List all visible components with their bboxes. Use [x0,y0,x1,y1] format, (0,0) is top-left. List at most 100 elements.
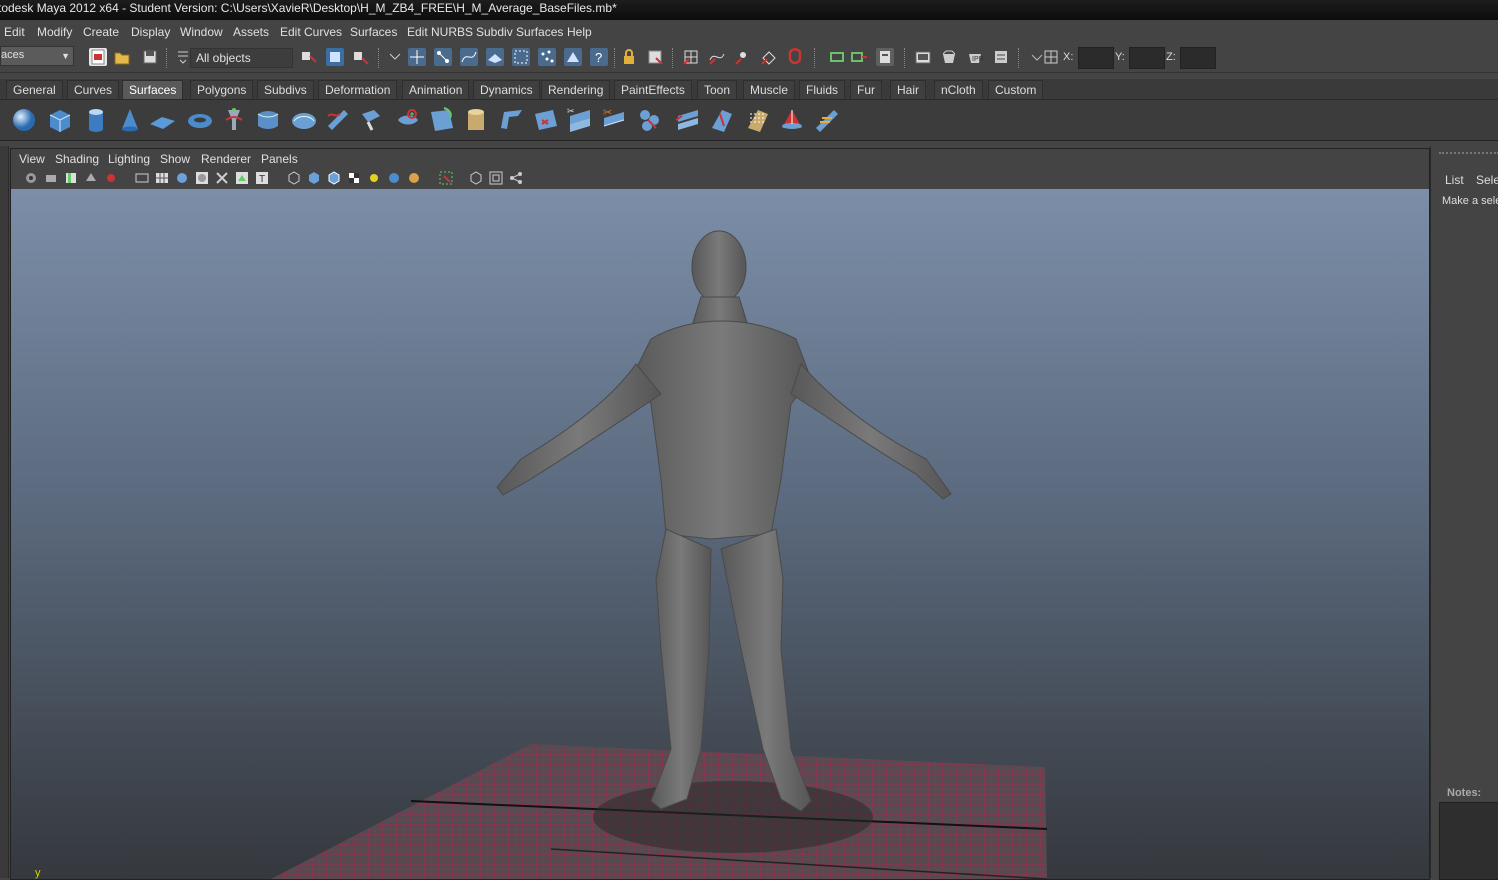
select-camera-icon[interactable] [24,171,38,185]
bookmarks-icon[interactable] [64,171,78,185]
select-by-joints-icon[interactable] [434,48,452,66]
menu-assets[interactable]: Assets [233,25,269,39]
select-hierarchy-icon[interactable] [300,48,318,66]
isolate-select-icon[interactable] [439,171,453,185]
untrim-icon[interactable] [636,106,664,134]
birail-icon[interactable] [358,106,386,134]
intersect-icon[interactable]: ✂ [566,106,594,134]
shelf-tab-painteffects[interactable]: PaintEffects [614,80,692,99]
select-by-rendering-icon[interactable] [564,48,582,66]
snap-to-grids-icon[interactable] [682,48,700,66]
select-by-surfaces-icon[interactable] [486,48,504,66]
viewport-menu-lighting[interactable]: Lighting [108,152,150,166]
open-scene-icon[interactable] [113,48,131,66]
text-display-icon[interactable]: T [255,171,269,185]
y-field[interactable] [1129,47,1165,69]
viewport-scene[interactable]: y [11,189,1429,879]
single-view-icon[interactable] [469,171,483,185]
lock-selection-icon[interactable] [620,48,638,66]
checker-texture-icon[interactable] [347,171,361,185]
shelf-tab-surfaces[interactable]: Surfaces [122,80,184,99]
nurbs-cylinder-icon[interactable] [82,106,110,134]
trim-icon[interactable]: ✂ [600,106,628,134]
shelf-tab-hair[interactable]: Hair [890,80,927,99]
grid-toggle-icon[interactable] [155,171,169,185]
detach-icon[interactable] [708,106,736,134]
bevel-plus-icon[interactable] [498,106,526,134]
shelf-tab-ncloth[interactable]: nCloth [934,80,983,99]
panel-drag-handle[interactable] [1439,152,1498,158]
menu-help[interactable]: Help [567,25,592,39]
shaded-cube-icon[interactable] [307,171,321,185]
four-view-icon[interactable] [489,171,503,185]
menu-display[interactable]: Display [131,25,170,39]
select-by-deformations-icon[interactable] [512,48,530,66]
character-mesh[interactable] [496,230,952,812]
toolbox-strip[interactable] [0,146,9,878]
menu-edit[interactable]: Edit [4,25,25,39]
snap-to-points-icon[interactable] [734,48,752,66]
z-field[interactable] [1180,47,1216,69]
nurbs-plane-icon[interactable] [148,106,176,134]
planar-icon[interactable] [290,106,318,134]
default-lighting-icon[interactable] [367,171,381,185]
render-view-icon[interactable] [914,48,932,66]
nurbs-cube-icon[interactable] [46,106,74,134]
project-curve-icon[interactable] [532,106,560,134]
shelf-tab-deformation[interactable]: Deformation [318,80,398,99]
menu-subdiv-surfaces[interactable]: Subdiv Surfaces [476,25,563,39]
ipr-render-icon[interactable]: IPR [966,48,984,66]
highlight-selection-icon[interactable] [646,48,664,66]
shelf-tab-animation[interactable]: Animation [402,80,470,99]
viewport-menu-view[interactable]: View [19,152,45,166]
shelf-tab-general[interactable]: General [6,80,63,99]
two-d-pan-zoom-icon[interactable] [104,171,118,185]
shelf-tab-polygons[interactable]: Polygons [190,80,254,99]
viewport-menu-panels[interactable]: Panels [261,152,298,166]
viewport-menu-show[interactable]: Show [160,152,190,166]
snap-to-curves-icon[interactable] [708,48,726,66]
new-scene-icon[interactable] [89,48,107,66]
channel-box-list-menu[interactable]: List [1445,173,1464,187]
shelf-tab-fur[interactable]: Fur [850,80,882,99]
revolve-icon[interactable] [220,106,248,134]
menu-surfaces[interactable]: Surfaces [350,25,397,39]
wire-on-shaded-cube-icon[interactable] [327,171,341,185]
square-surface-icon[interactable] [428,106,456,134]
select-object-icon[interactable] [326,48,344,66]
select-component-icon[interactable] [352,48,370,66]
viewport-menu-renderer[interactable]: Renderer [201,152,251,166]
snap-to-view-planes-icon[interactable] [760,48,778,66]
nurbs-sphere-icon[interactable] [10,106,38,134]
xray-icon[interactable] [215,171,229,185]
camera-attributes-icon[interactable] [44,171,58,185]
image-plane-icon[interactable] [84,171,98,185]
wireframe-icon[interactable] [135,171,149,185]
input-history-icon[interactable] [828,48,846,66]
shelf-tab-curves[interactable]: Curves [67,80,120,99]
textured-icon[interactable] [235,171,249,185]
shelf-tab-custom[interactable]: Custom [988,80,1044,99]
bevel-icon[interactable] [462,106,490,134]
output-history-icon[interactable] [850,48,868,66]
shelf-tab-muscle[interactable]: Muscle [743,80,796,99]
render-settings-icon[interactable] [992,48,1010,66]
menu-edit-nurbs[interactable]: Edit NURBS [407,25,473,39]
outliner-persp-icon[interactable] [509,171,523,185]
selection-mask-field[interactable]: All objects [190,48,293,68]
menu-set-dropdown[interactable]: aces ▼ [0,46,74,66]
menu-window[interactable]: Window [180,25,223,39]
filter-arrow-icon[interactable] [386,48,404,66]
smooth-shade-icon[interactable] [175,171,189,185]
align-icon[interactable] [744,106,772,134]
isolate-wire-cube-icon[interactable] [287,171,301,185]
insert-isoparm-icon[interactable] [812,106,840,134]
all-lights-icon[interactable] [387,171,401,185]
x-field[interactable] [1078,47,1114,69]
open-close-icon[interactable] [778,106,806,134]
shelf-tab-dynamics[interactable]: Dynamics [473,80,540,99]
save-scene-icon[interactable] [141,48,159,66]
select-by-curves-icon[interactable] [460,48,478,66]
boundary-icon[interactable] [394,106,422,134]
menu-modify[interactable]: Modify [37,25,72,39]
